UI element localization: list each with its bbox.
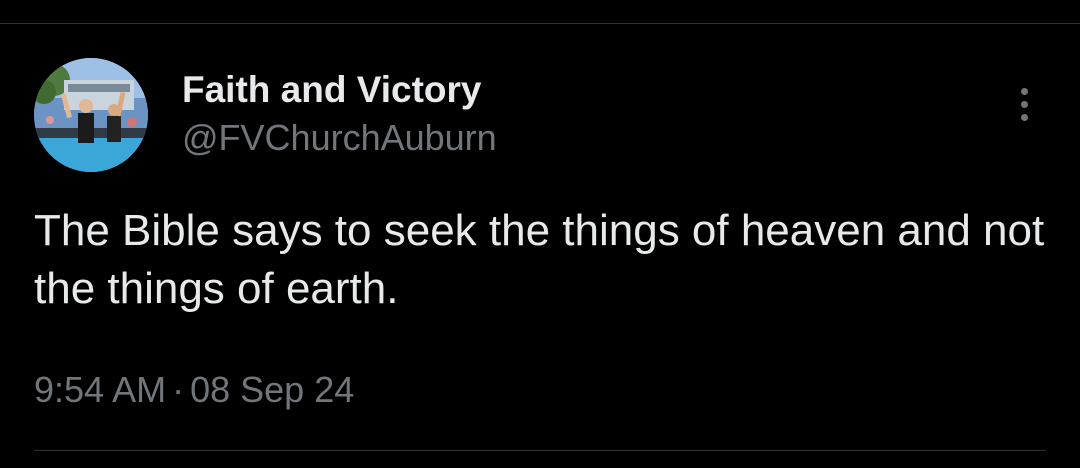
- meta-separator: ·: [172, 369, 185, 410]
- more-vertical-icon-dot: [1020, 100, 1028, 108]
- tweet-text: The Bible says to seek the things of hea…: [34, 206, 1045, 313]
- author-display-name[interactable]: Faith and Victory: [182, 68, 482, 112]
- bottom-divider: [34, 450, 1046, 451]
- tweet-time[interactable]: 9:54 AM: [34, 369, 166, 410]
- tweet-timestamp[interactable]: 9:54 AM · 08 Sep 24: [34, 368, 354, 412]
- more-vertical-icon-dot: [1020, 113, 1028, 121]
- more-vertical-icon: [1020, 87, 1028, 95]
- avatar[interactable]: [34, 58, 148, 172]
- tweet-date[interactable]: 08 Sep 24: [190, 369, 354, 410]
- avatar-photo: [34, 58, 148, 172]
- more-options-button[interactable]: [1004, 80, 1044, 128]
- author-handle[interactable]: @FVChurchAuburn: [182, 116, 497, 160]
- tweet-card[interactable]: Faith and Victory @FVChurchAuburn The Bi…: [0, 24, 1080, 468]
